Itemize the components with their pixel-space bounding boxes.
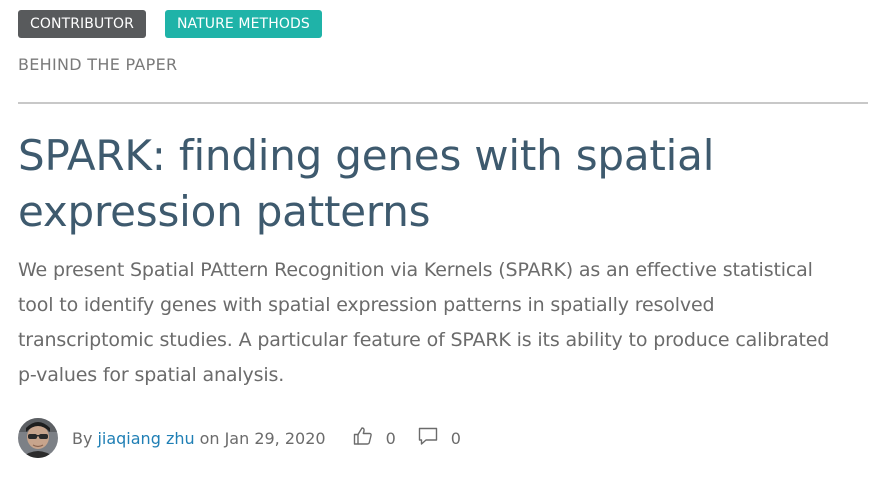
comments-count: 0 [450,428,461,448]
post-summary: We present Spatial PAttern Recognition v… [18,259,830,386]
by-label: By [72,428,93,448]
contributor-badge[interactable]: CONTRIBUTOR [18,10,146,38]
likes-count: 0 [385,428,396,448]
like-button[interactable]: 0 [352,427,396,449]
post-title: SPARK: finding genes with spatial expres… [18,131,715,236]
thumbs-up-icon [353,427,372,445]
comment-button[interactable]: 0 [417,427,461,449]
post-date: Jan 29, 2020 [224,428,326,448]
badge-row: CONTRIBUTOR NATURE METHODS [18,10,322,38]
post-meta: By jiaqiang zhu on Jan 29, 2020 0 0 [18,418,461,458]
comment-icon [418,427,437,445]
avatar-image [18,418,58,458]
author-avatar[interactable] [18,418,58,458]
author-link[interactable]: jiaqiang zhu [97,429,194,448]
divider [18,102,868,104]
section-label: BEHIND THE PAPER [18,55,178,74]
journal-badge[interactable]: NATURE METHODS [164,10,322,38]
on-label: on [199,428,220,448]
